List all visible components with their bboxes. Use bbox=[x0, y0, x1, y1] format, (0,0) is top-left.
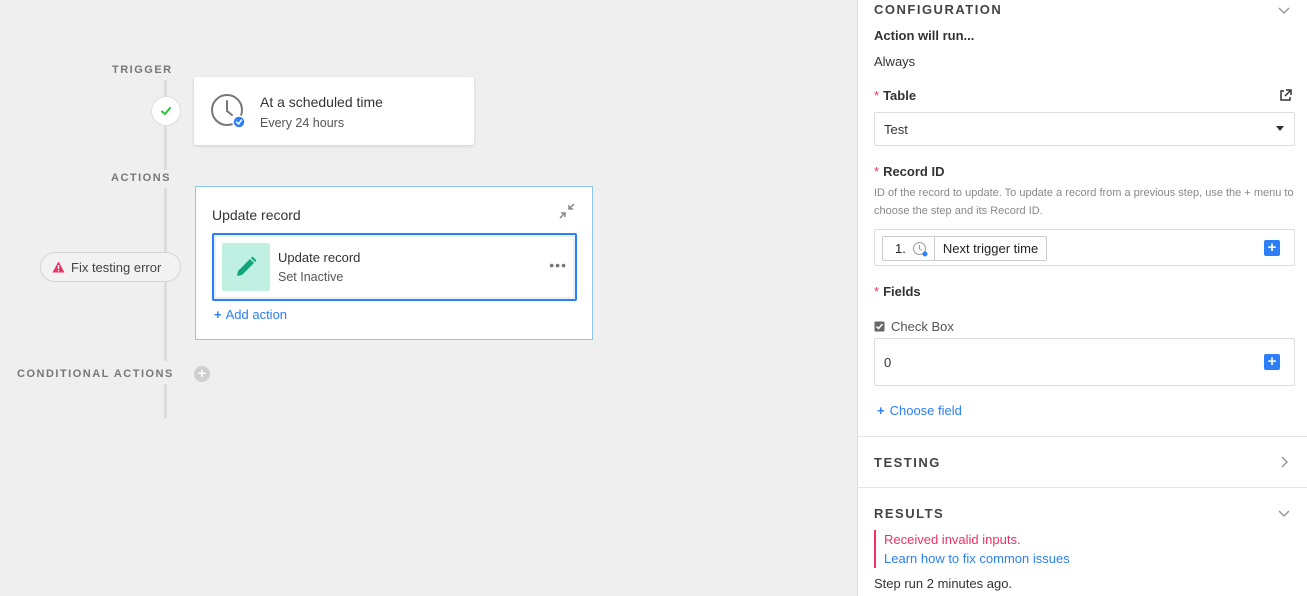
fix-testing-error-label: Fix testing error bbox=[71, 259, 162, 275]
trigger-subtitle: Every 24 hours bbox=[260, 116, 345, 130]
record-id-input[interactable]: 1. Next trigger time + bbox=[874, 229, 1295, 266]
collapse-icon[interactable] bbox=[559, 203, 575, 219]
testing-header[interactable]: TESTING bbox=[874, 455, 941, 470]
fix-testing-error-button[interactable]: Fix testing error bbox=[40, 252, 181, 282]
table-label: * Table bbox=[874, 88, 917, 103]
warning-icon bbox=[52, 261, 65, 273]
add-conditional-action-button[interactable]: + bbox=[194, 366, 210, 382]
results-error-text: Received invalid inputs. bbox=[884, 532, 1021, 547]
plus-icon: + bbox=[214, 307, 222, 322]
action-group: Update record Update record Set Inactive… bbox=[195, 186, 593, 340]
table-select-value: Test bbox=[884, 122, 908, 137]
clock-icon bbox=[211, 94, 246, 129]
record-id-hint: ID of the record to update. To update a … bbox=[874, 187, 1294, 217]
clock-icon bbox=[912, 241, 928, 256]
results-error-box: Received invalid inputs. Learn how to fi… bbox=[874, 530, 1070, 568]
caret-down-icon bbox=[1276, 126, 1284, 131]
chevron-down-icon[interactable] bbox=[1277, 3, 1291, 17]
choose-field-button[interactable]: + Choose field bbox=[877, 403, 962, 418]
run-condition-value: Always bbox=[874, 54, 916, 69]
token-name: Next trigger time bbox=[942, 241, 1039, 256]
field-check-box-label: Check Box bbox=[874, 319, 954, 334]
add-action-button[interactable]: + Add action bbox=[214, 307, 287, 322]
section-divider bbox=[858, 436, 1307, 437]
step-title: Update record bbox=[278, 250, 361, 265]
add-action-label: Add action bbox=[225, 307, 288, 322]
token-step-number: 1. bbox=[883, 237, 935, 260]
record-id-label: * Record ID bbox=[874, 164, 945, 179]
section-divider bbox=[858, 487, 1307, 488]
fields-label: * Fields bbox=[874, 284, 921, 299]
learn-fix-issues-link[interactable]: Learn how to fix common issues bbox=[884, 549, 1070, 568]
actions-section-label: ACTIONS bbox=[111, 172, 171, 184]
connector-line bbox=[164, 126, 167, 170]
chevron-down-icon[interactable] bbox=[1277, 506, 1291, 520]
check-box-value-input[interactable]: 0 + bbox=[874, 338, 1295, 386]
step-subtitle: Set Inactive bbox=[278, 270, 344, 284]
table-select[interactable]: Test bbox=[874, 112, 1295, 146]
results-header[interactable]: RESULTS bbox=[874, 506, 944, 521]
trigger-title: At a scheduled time bbox=[260, 94, 383, 110]
check-icon bbox=[161, 107, 171, 115]
run-condition-label: Action will run... bbox=[874, 28, 975, 43]
trigger-card[interactable]: At a scheduled time Every 24 hours bbox=[194, 77, 474, 145]
pencil-icon bbox=[237, 256, 257, 276]
chevron-right-icon[interactable] bbox=[1277, 455, 1291, 469]
connector-line bbox=[164, 80, 167, 96]
configuration-header[interactable]: CONFIGURATION bbox=[874, 2, 1002, 17]
step-run-time: Step run 2 minutes ago. bbox=[874, 576, 1013, 591]
connector-line bbox=[164, 384, 167, 418]
action-group-title: Update record bbox=[212, 207, 301, 223]
checkbox-field-icon bbox=[874, 321, 885, 332]
external-link-icon[interactable] bbox=[1279, 89, 1292, 102]
more-options-icon[interactable]: ••• bbox=[549, 257, 567, 273]
trigger-status-check bbox=[151, 96, 181, 126]
choose-field-label: Choose field bbox=[889, 403, 962, 418]
conditional-actions-label: CONDITIONAL ACTIONS bbox=[17, 368, 174, 380]
record-id-token[interactable]: 1. Next trigger time bbox=[882, 236, 1048, 261]
insert-value-button[interactable]: + bbox=[1264, 354, 1280, 370]
insert-token-button[interactable]: + bbox=[1264, 240, 1280, 256]
step-icon-tile bbox=[222, 243, 270, 291]
workflow-canvas: TRIGGER ACTIONS CONDITIONAL ACTIONS At a… bbox=[0, 0, 857, 596]
plus-icon: + bbox=[877, 403, 885, 418]
trigger-section-label: TRIGGER bbox=[112, 64, 173, 76]
configuration-panel: CONFIGURATION Action will run... Always … bbox=[857, 0, 1307, 596]
check-box-value: 0 bbox=[884, 355, 892, 370]
update-record-step[interactable]: Update record Set Inactive ••• bbox=[212, 233, 577, 301]
